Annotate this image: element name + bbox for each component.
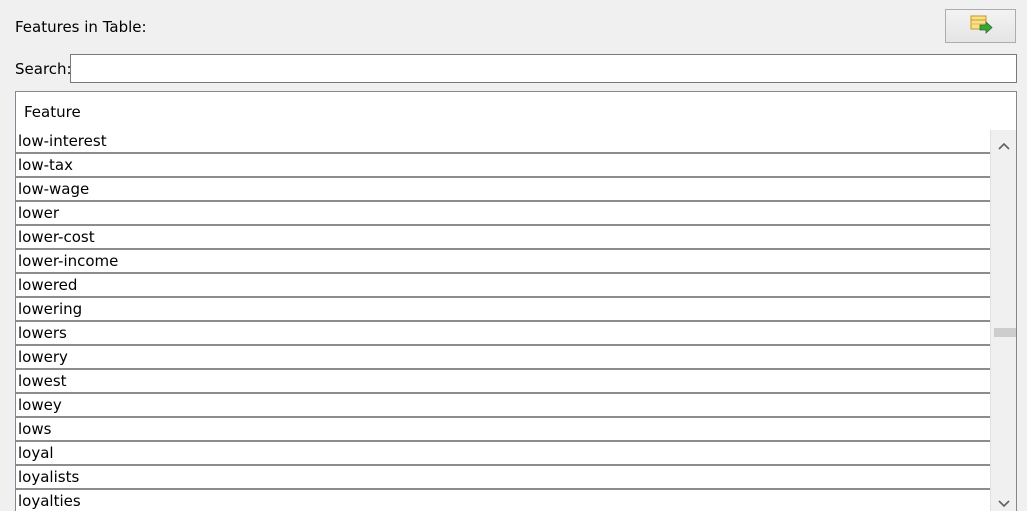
feature-column-header-label: Feature [24, 103, 81, 121]
table-row[interactable]: lowering [16, 298, 990, 322]
table-row[interactable]: loyal [16, 442, 990, 466]
table-row[interactable]: lowery [16, 346, 990, 370]
export-table-icon [969, 14, 993, 38]
feature-cell: lowers [18, 324, 67, 342]
feature-cell: lower-cost [18, 228, 95, 246]
search-label: Search: [15, 60, 72, 78]
chevron-up-icon [998, 135, 1010, 154]
vertical-scrollbar[interactable] [990, 130, 1016, 511]
table-row[interactable]: lower [16, 202, 990, 226]
table-row[interactable]: lower-income [16, 250, 990, 274]
features-panel: Features in Table: Search: Feature low-i… [0, 0, 1027, 511]
feature-cell: lowest [18, 372, 67, 390]
feature-column-header[interactable]: Feature [16, 92, 990, 131]
table-row[interactable]: low-wage [16, 178, 990, 202]
feature-cell: low-tax [18, 156, 73, 174]
features-table: Feature low-interest low-tax low-wage lower… [15, 91, 1017, 511]
features-in-table-label: Features in Table: [15, 18, 147, 36]
export-button[interactable] [945, 9, 1016, 43]
scroll-up-button[interactable] [991, 132, 1016, 156]
feature-cell: loyalists [18, 468, 80, 486]
table-row[interactable]: loyalists [16, 466, 990, 490]
feature-cell: loyalties [18, 492, 81, 510]
table-row[interactable]: lowey [16, 394, 990, 418]
feature-cell: lows [18, 420, 52, 438]
chevron-down-icon [998, 493, 1010, 511]
search-input[interactable] [70, 54, 1017, 83]
table-row[interactable]: lowest [16, 370, 990, 394]
feature-cell: lowery [18, 348, 68, 366]
feature-cell: low-wage [18, 180, 90, 198]
table-row[interactable]: lowered [16, 274, 990, 298]
table-row[interactable]: lows [16, 418, 990, 442]
feature-cell: lower [18, 204, 60, 222]
scroll-down-button[interactable] [991, 490, 1016, 511]
feature-cell: lowering [18, 300, 83, 318]
feature-cell: lowered [18, 276, 78, 294]
table-row[interactable]: lowers [16, 322, 990, 346]
scroll-thumb[interactable] [994, 328, 1016, 337]
table-row[interactable]: lower-cost [16, 226, 990, 250]
feature-cell: low-interest [18, 132, 107, 150]
table-rows: low-interest low-tax low-wage lower lower-co… [16, 130, 990, 511]
feature-cell: lower-income [18, 252, 119, 270]
feature-cell: loyal [18, 444, 54, 462]
feature-cell: lowey [18, 396, 62, 414]
table-row[interactable]: low-tax [16, 154, 990, 178]
table-row[interactable]: low-interest [16, 130, 990, 154]
table-row[interactable]: loyalties [16, 490, 990, 511]
